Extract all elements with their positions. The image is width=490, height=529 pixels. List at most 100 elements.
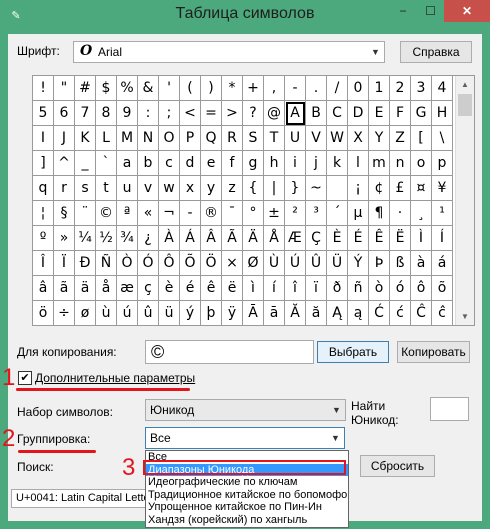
character-cell[interactable]: ³ xyxy=(306,201,327,226)
character-cell[interactable]: # xyxy=(75,76,96,101)
character-cell[interactable]: H xyxy=(432,101,453,126)
maximize-button[interactable]: ☐ xyxy=(417,0,444,22)
grouping-option[interactable]: Упрощенное китайское по Пин-Ин xyxy=(146,501,348,514)
character-cell[interactable]: ¢ xyxy=(369,176,390,201)
grid-scrollbar[interactable]: ▲ ▼ xyxy=(455,76,474,325)
character-cell[interactable]: ô xyxy=(411,276,432,301)
character-cell[interactable]: _ xyxy=(75,151,96,176)
character-cell[interactable]: ú xyxy=(117,301,138,326)
character-cell[interactable]: 5 xyxy=(33,101,54,126)
character-cell[interactable]: g xyxy=(243,151,264,176)
character-grid[interactable]: ! " # $% & '() * +, -./0 1 2 3 4 5 6 7 8 9:; < = >? @ A B C D E F G H… xyxy=(32,75,475,326)
character-cell[interactable]: 9 xyxy=(117,101,138,126)
character-cell[interactable]: ù xyxy=(96,301,117,326)
character-cell[interactable]: j xyxy=(306,151,327,176)
character-cell[interactable]: Ą xyxy=(327,301,348,326)
character-cell[interactable]: Ã xyxy=(222,226,243,251)
character-cell[interactable]: 3 xyxy=(411,76,432,101)
grouping-option[interactable]: Традиционное китайское по бопомофо xyxy=(146,489,348,502)
character-cell[interactable]: O xyxy=(159,126,180,151)
character-cell[interactable]: . xyxy=(306,76,327,101)
character-cell[interactable]: G xyxy=(411,101,432,126)
grouping-option[interactable]: Идеографические по ключам xyxy=(146,476,348,489)
character-cell[interactable]: ` xyxy=(96,151,117,176)
character-cell[interactable]: ± xyxy=(264,201,285,226)
character-cell[interactable]: ° xyxy=(243,201,264,226)
character-cell[interactable]: Ô xyxy=(159,251,180,276)
chevron-down-icon[interactable]: ▼ xyxy=(328,400,345,420)
character-cell[interactable]: 4 xyxy=(432,76,453,101)
character-grid-cells[interactable]: ! " # $% & '() * +, -./0 1 2 3 4 5 6 7 8 9:; < = >? @ A B C D E F G H… xyxy=(33,76,453,326)
scroll-up-icon[interactable]: ▲ xyxy=(456,76,474,93)
character-cell[interactable]: Ĉ xyxy=(411,301,432,326)
character-cell[interactable]: < xyxy=(180,101,201,126)
character-cell[interactable]: Ï xyxy=(54,251,75,276)
character-cell[interactable]: D xyxy=(348,101,369,126)
select-button[interactable]: Выбрать xyxy=(317,341,389,363)
character-cell[interactable]: ® xyxy=(201,201,222,226)
character-cell[interactable]: ¼ xyxy=(75,226,96,251)
minimize-button[interactable]: − xyxy=(389,0,417,22)
character-cell[interactable]: ª xyxy=(117,201,138,226)
copy-input[interactable]: © xyxy=(145,340,314,364)
character-cell[interactable]: \ xyxy=(432,126,453,151)
character-cell[interactable]: © xyxy=(96,201,117,226)
character-cell[interactable]: ¾ xyxy=(117,226,138,251)
character-cell[interactable]: Z xyxy=(390,126,411,151)
character-cell[interactable]: ] xyxy=(33,151,54,176)
character-cell[interactable]: ö xyxy=(33,301,54,326)
character-cell[interactable]: × xyxy=(222,251,243,276)
character-cell[interactable]: $ xyxy=(96,76,117,101)
character-cell[interactable]: n xyxy=(390,151,411,176)
character-cell[interactable]: ò xyxy=(369,276,390,301)
character-cell[interactable]: ¬ xyxy=(159,201,180,226)
character-cell[interactable]: æ xyxy=(117,276,138,301)
character-cell[interactable]: e xyxy=(201,151,222,176)
character-cell[interactable]: ì xyxy=(243,276,264,301)
character-cell[interactable]: f xyxy=(222,151,243,176)
character-cell[interactable]: ¤ xyxy=(411,176,432,201)
character-cell[interactable]: X xyxy=(348,126,369,151)
character-cell[interactable]: µ xyxy=(348,201,369,226)
character-cell[interactable]: ^ xyxy=(54,151,75,176)
character-cell[interactable]: õ xyxy=(432,276,453,301)
character-cell[interactable]: Ë xyxy=(390,226,411,251)
character-cell[interactable]: q xyxy=(33,176,54,201)
character-cell[interactable]: p xyxy=(432,151,453,176)
character-cell[interactable]: À xyxy=(159,226,180,251)
character-cell[interactable]: - xyxy=(285,76,306,101)
charset-select[interactable]: Юникод ▼ xyxy=(145,399,346,421)
character-cell[interactable]: ) xyxy=(201,76,222,101)
character-cell[interactable]: Ò xyxy=(117,251,138,276)
character-cell[interactable]: ð xyxy=(327,276,348,301)
character-cell[interactable]: Ý xyxy=(348,251,369,276)
character-cell[interactable]: M xyxy=(117,126,138,151)
character-cell[interactable]: Ö xyxy=(201,251,222,276)
character-cell[interactable]: " xyxy=(54,76,75,101)
character-cell[interactable]: , xyxy=(264,76,285,101)
character-cell[interactable]: ĉ xyxy=(432,301,453,326)
character-cell[interactable]: º xyxy=(33,226,54,251)
character-cell[interactable]: £ xyxy=(390,176,411,201)
scroll-thumb[interactable] xyxy=(458,94,472,116)
character-cell[interactable]: Í xyxy=(432,226,453,251)
character-cell[interactable]: Ñ xyxy=(96,251,117,276)
character-cell[interactable]: þ xyxy=(201,301,222,326)
character-cell[interactable]: U xyxy=(285,126,306,151)
character-cell[interactable]: w xyxy=(159,176,180,201)
character-cell[interactable]: } xyxy=(285,176,306,201)
character-cell[interactable]: V xyxy=(306,126,327,151)
character-cell[interactable]: y xyxy=(201,176,222,201)
character-cell[interactable]: Q xyxy=(201,126,222,151)
character-cell[interactable]: u xyxy=(117,176,138,201)
character-cell[interactable]: W xyxy=(327,126,348,151)
close-button[interactable]: ✕ xyxy=(444,0,490,22)
character-cell[interactable]: Ð xyxy=(75,251,96,276)
character-cell[interactable]: ¸ xyxy=(411,201,432,226)
character-cell[interactable]: é xyxy=(180,276,201,301)
character-cell[interactable]: { xyxy=(243,176,264,201)
character-cell[interactable]: K xyxy=(75,126,96,151)
character-cell[interactable]: ¨ xyxy=(75,201,96,226)
character-cell[interactable]: ÷ xyxy=(54,301,75,326)
character-cell[interactable]: Æ xyxy=(285,226,306,251)
